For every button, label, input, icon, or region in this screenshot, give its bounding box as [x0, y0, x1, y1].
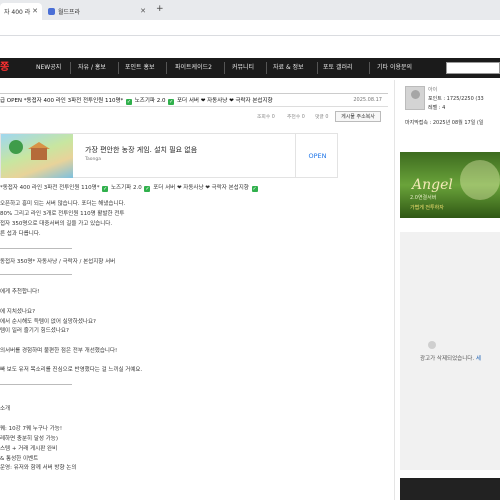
nav-divider: [224, 62, 225, 74]
profile-level: 레벨 : 4: [428, 105, 446, 111]
article-title: 급 OPEN *동접자 400 라인 3파전 전투인원 110명* ✓ 노즈기파…: [0, 98, 273, 105]
avatar[interactable]: [405, 86, 425, 110]
close-icon[interactable]: ✕: [140, 7, 146, 15]
divider: [0, 384, 72, 385]
banner-brand: Angel: [412, 177, 453, 193]
nav-item-photo[interactable]: 포토 갤러리: [323, 58, 353, 78]
body-text: 른 섭과 다릅니다.: [0, 231, 41, 237]
body-text: 운영: 유저와 함께 서버 방향 논의: [0, 465, 77, 471]
ad-open-button[interactable]: OPEN: [295, 134, 339, 178]
hut-icon: [31, 148, 47, 160]
body-text: 접자 350명으로 대중서버의 길을 가고 있습니다.: [0, 221, 113, 227]
nav-item-contact[interactable]: 기타 이용문의: [377, 58, 412, 78]
nav-divider: [166, 62, 167, 74]
view-count: 조회수 0: [257, 115, 275, 120]
banner-caption: 2.0연결서버: [410, 195, 437, 201]
comment-count: 댓글 0: [315, 115, 329, 120]
profile-name: 아이: [428, 87, 438, 93]
bookmarks-bar: [0, 36, 500, 50]
palm-tree-icon: [9, 140, 23, 154]
browser-tabstrip: 자 400 라 ✕ 월드프라 ✕ +: [0, 0, 500, 20]
body-text: & 통성한 이벤트: [0, 456, 39, 462]
check-icon: ✓: [251, 186, 258, 192]
tab-label: 자 400 라: [4, 9, 31, 16]
nav-item-point-promo[interactable]: 포인트 홍보: [125, 58, 155, 78]
favicon-icon: [48, 8, 55, 15]
tab-label: 월드프라: [58, 9, 81, 16]
close-icon[interactable]: ✕: [32, 7, 38, 15]
body-text: 의서버를 경험하며 불편한 점은 전부 개선했습니다!: [0, 348, 118, 354]
last-login: 마지막접속 : 2025년 08월 17일 (일: [405, 120, 484, 126]
ad-removed-icon: [428, 341, 436, 349]
ad-removed-link[interactable]: 세: [476, 356, 481, 362]
inline-ad[interactable]: 가장 편안한 농장 게임. 설치 필요 없음 Taonga OPEN: [0, 133, 338, 178]
ad-removed-text: 광고가 삭제되었습니다. 세: [420, 356, 481, 362]
browser-tab[interactable]: 월드프라 ✕: [44, 3, 150, 20]
check-icon: ✓: [168, 99, 175, 105]
ad-advertiser: Taonga: [85, 157, 101, 162]
ad-image: [1, 134, 73, 178]
column-divider: [394, 80, 395, 500]
check-icon: ✓: [126, 99, 132, 105]
nav-divider: [317, 62, 318, 74]
browser-tab-active[interactable]: 자 400 라 ✕: [0, 3, 42, 20]
ad-headline: 가장 편안한 농장 게임. 설치 필요 없음: [85, 146, 198, 154]
check-icon: ✓: [102, 186, 109, 192]
body-tags-line: *동접자 400 라인 3파전 전투인원 110명* ✓ 노즈기파 2.0 ✓ …: [0, 185, 258, 192]
nav-divider: [118, 62, 119, 74]
article-header: 급 OPEN *동접자 400 라인 3파전 전투인원 110명* ✓ 노즈기파…: [0, 93, 388, 107]
nav-item-resources[interactable]: 자료 & 정보: [273, 58, 304, 78]
body-text: 오픈하고 흥미 되는 서버 많습니다. 포더는 해냈습니다.: [0, 201, 126, 207]
nav-item-notice[interactable]: NEW공지: [36, 58, 61, 78]
body-text: 에서 순시해도 득템이 없어 실망하셨나요?: [0, 319, 96, 325]
new-tab-button[interactable]: +: [156, 4, 164, 14]
nav-divider: [266, 62, 267, 74]
banner-caption: 가볍게 전투하자: [410, 205, 444, 211]
like-count: 추천수 0: [287, 115, 305, 120]
divider: [0, 274, 72, 275]
nav-item-fightcade[interactable]: 파이트케이드2: [175, 58, 212, 78]
body-text: 에 지치셨나요?: [0, 309, 36, 315]
site-search-input[interactable]: [446, 62, 500, 74]
nav-divider: [70, 62, 71, 74]
article-date: 2025.08.17: [353, 97, 382, 103]
body-text: 레하면 충분히 달성 가능): [0, 436, 58, 442]
body-text: 80% 그리고 라인 3개로 전투인원 110명 활발한 전투: [0, 211, 125, 217]
check-icon: ✓: [144, 186, 151, 192]
section-title: 소개: [0, 406, 11, 412]
sidebar-footer-strip: [400, 478, 500, 500]
nav-item-free[interactable]: 자유 / 홍보: [78, 58, 106, 78]
address-bar[interactable]: [0, 20, 500, 36]
divider: [0, 248, 72, 249]
profile-points: 포인트 : 1725/2250 (33: [428, 96, 484, 102]
body-text: 퀘: 10강 7퀘 누구나 가능!: [0, 426, 63, 432]
server-banner[interactable]: Angel 2.0연결서버 가볍게 전투하자: [400, 152, 500, 218]
body-text: 동접자 350명* 자동사냥 / 극락자 / 본섭지향 서버: [0, 259, 116, 265]
body-text: 빠 보도 유저 목소리를 진심으로 반영했다는 걸 느끼실 거예요.: [0, 367, 143, 373]
site-logo[interactable]: 쫑: [0, 58, 9, 78]
site-nav: 쫑 NEW공지 자유 / 홍보 포인트 홍보 파이트케이드2 커뮤니티 자료 &…: [0, 58, 500, 78]
page-root: 자 400 라 ✕ 월드프라 ✕ + 쫑 NEW공지 자유 / 홍보 포인트 홍…: [0, 0, 500, 500]
nav-divider: [369, 62, 370, 74]
removed-ad-slot: 광고가 삭제되었습니다. 세: [400, 232, 500, 470]
body-text: 에게 추천합니다!: [0, 289, 40, 295]
body-text: 스템 + 거래 게시판 완비: [0, 446, 58, 452]
nav-item-community[interactable]: 커뮤니티: [232, 58, 254, 78]
copy-url-button[interactable]: 게시물 주소복사: [335, 111, 381, 122]
body-text: 템이 일러 즐기기 힘드셨나요?: [0, 328, 69, 334]
